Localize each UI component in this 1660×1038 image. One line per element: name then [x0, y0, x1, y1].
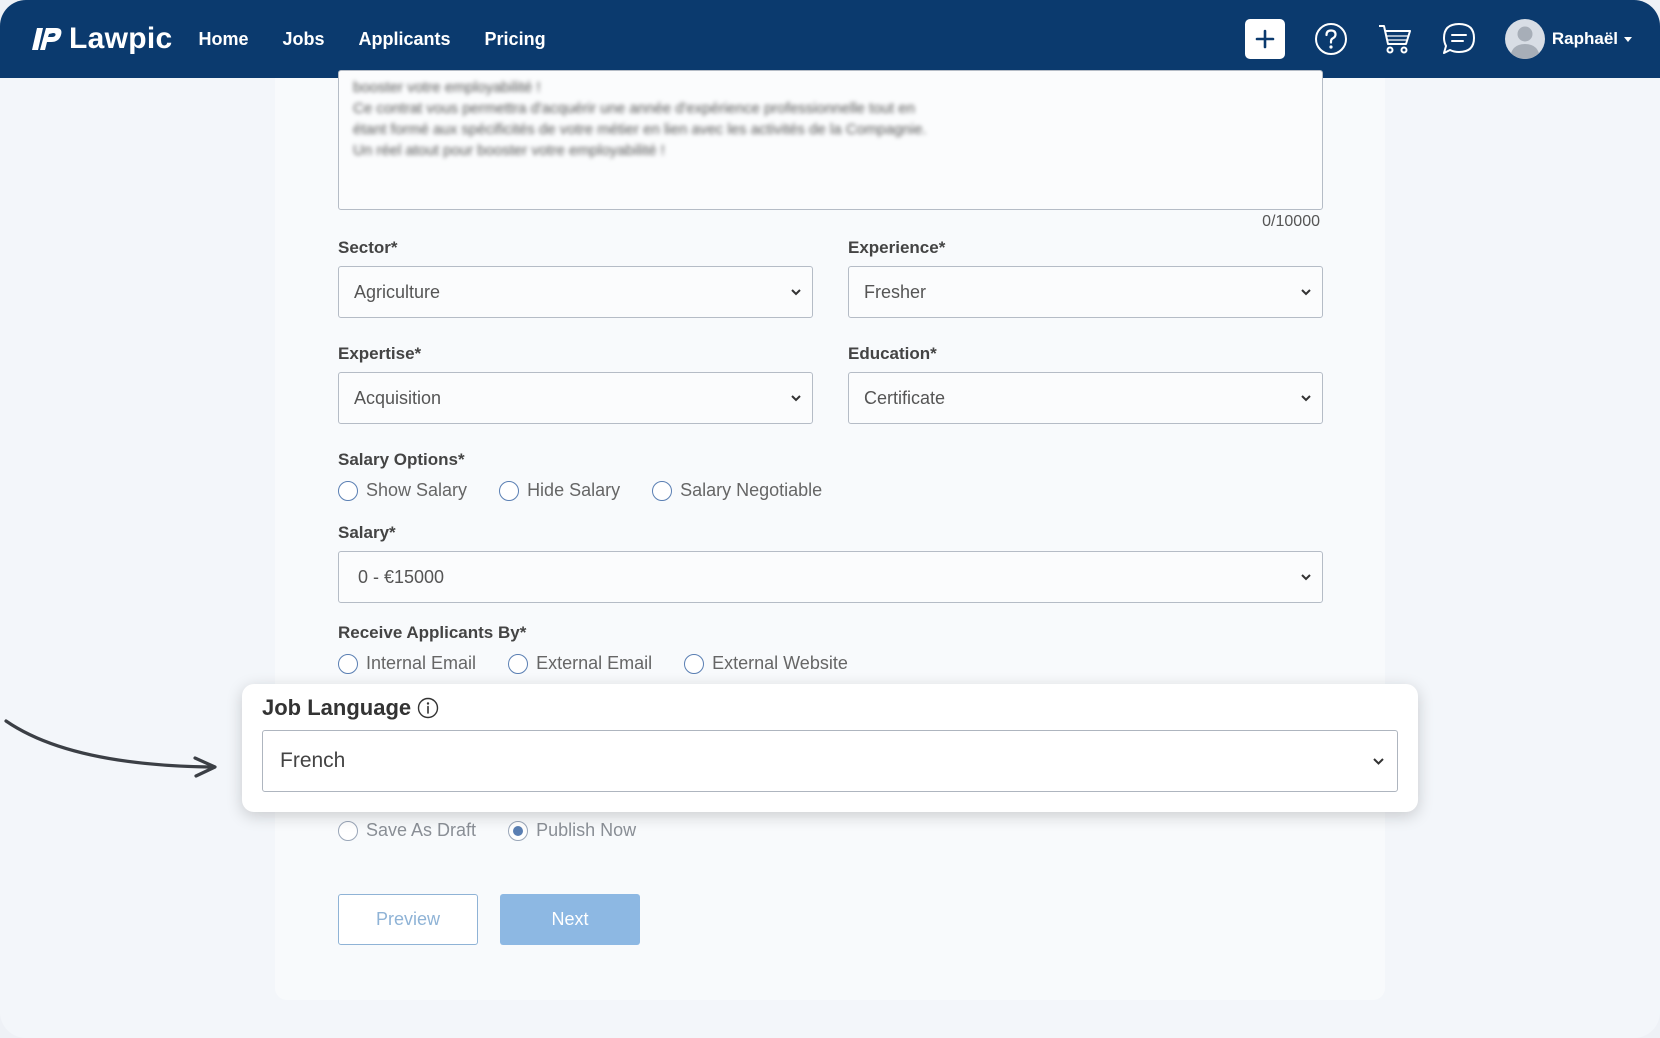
radio-circle-selected[interactable] [508, 820, 529, 841]
publish-options-group: Save As Draft Publish Now [338, 820, 668, 841]
radio-internal-email[interactable]: Internal Email [338, 653, 476, 674]
nav-actions: Raphaël [1244, 0, 1632, 78]
description-line: Un réel atout pour booster votre employa… [353, 142, 665, 159]
salary-options-label: Salary Options* [338, 450, 465, 469]
chevron-down-icon [791, 289, 801, 296]
radio-label: External Email [536, 653, 653, 673]
radio-show-salary[interactable]: Show Salary [338, 480, 467, 501]
cart-icon [1378, 25, 1411, 54]
job-language-select[interactable]: French [262, 730, 1398, 792]
radio-circle[interactable] [684, 653, 705, 674]
job-language-label-row: Job Language [262, 695, 439, 721]
radio-label: External Website [712, 653, 848, 673]
sector-select[interactable]: Agriculture [338, 266, 813, 318]
plus-icon [1255, 29, 1275, 49]
radio-circle[interactable] [338, 820, 358, 841]
chevron-down-icon[interactable] [1624, 36, 1632, 42]
next-button[interactable]: Next [500, 894, 640, 945]
chevron-down-icon [1301, 574, 1311, 581]
expertise-select[interactable]: Acquisition [338, 372, 813, 424]
education-value: Certificate [864, 387, 946, 408]
job-description-textarea[interactable]: booster votre employabilité ! Ce contrat… [338, 70, 1323, 210]
radio-external-email[interactable]: External Email [508, 653, 652, 674]
experience-select[interactable]: Fresher [848, 266, 1323, 318]
job-language-label: Job Language [262, 695, 412, 720]
radio-hide-salary[interactable]: Hide Salary [499, 480, 620, 501]
logo-mark-icon [32, 28, 62, 50]
chevron-down-icon [791, 395, 801, 402]
app-window: Lawpic Home Jobs Applicants Pricing Raph… [0, 0, 1660, 1038]
cart-button[interactable] [1377, 21, 1413, 57]
radio-circle[interactable] [338, 480, 358, 501]
salary-value: 0 - €15000 [358, 566, 445, 587]
character-counter: 0/10000 [1262, 213, 1320, 230]
radio-circle[interactable] [508, 653, 529, 674]
nav-home[interactable]: Home [199, 29, 249, 50]
chevron-down-icon [1373, 758, 1384, 765]
radio-label: Salary Negotiable [680, 480, 823, 500]
messages-button[interactable] [1441, 21, 1477, 57]
radio-label: Internal Email [366, 653, 477, 673]
top-navbar: Lawpic Home Jobs Applicants Pricing Raph… [0, 0, 1660, 78]
brand-name: Lawpic [69, 22, 173, 55]
radio-circle[interactable] [652, 480, 673, 501]
salary-label: Salary* [338, 523, 396, 542]
description-line: étant formé aux spécificités de votre mé… [353, 121, 927, 138]
avatar[interactable] [1504, 19, 1545, 59]
radio-salary-negotiable[interactable]: Salary Negotiable [652, 480, 822, 501]
description-line: Ce contrat vous permettra d'acquérir une… [353, 100, 915, 117]
radio-label: Publish Now [536, 820, 637, 840]
job-language-value: French [280, 749, 346, 772]
radio-circle[interactable] [499, 480, 520, 501]
info-icon[interactable] [417, 697, 439, 719]
salary-select[interactable]: 0 - €15000 [338, 551, 1323, 603]
nav-pricing[interactable]: Pricing [485, 29, 546, 50]
sector-label: Sector* [338, 238, 398, 257]
radio-label: Show Salary [366, 480, 468, 500]
radio-label: Save As Draft [366, 820, 477, 840]
nav-links: Home Jobs Applicants Pricing [199, 29, 580, 50]
education-select[interactable]: Certificate [848, 372, 1323, 424]
nav-applicants[interactable]: Applicants [359, 29, 451, 50]
help-button[interactable] [1313, 21, 1349, 57]
radio-publish-now[interactable]: Publish Now [508, 820, 636, 841]
receive-applicants-label: Receive Applicants By* [338, 623, 527, 642]
radio-save-as-draft[interactable]: Save As Draft [338, 820, 476, 841]
annotation-arrow-icon [4, 719, 217, 778]
education-label: Education* [848, 344, 937, 363]
radio-selected-dot [513, 825, 524, 836]
nav-jobs[interactable]: Jobs [283, 29, 325, 50]
user-avatar-icon [1509, 26, 1540, 59]
chevron-down-icon [1301, 395, 1311, 402]
preview-button[interactable]: Preview [338, 894, 478, 945]
add-job-button[interactable] [1244, 19, 1285, 59]
radio-label: Hide Salary [527, 480, 621, 500]
chat-icon [1442, 23, 1475, 54]
experience-value: Fresher [864, 281, 927, 302]
brand-logo[interactable]: Lawpic [31, 22, 173, 56]
radio-external-website[interactable]: External Website [684, 653, 848, 674]
job-language-highlight: Job Language French [242, 684, 1418, 812]
radio-circle[interactable] [338, 653, 358, 674]
user-name[interactable]: Raphaël [1552, 29, 1618, 49]
help-icon [1314, 23, 1347, 55]
salary-options-group: Show Salary Hide Salary Salary Negotiabl… [338, 480, 854, 501]
description-line: booster votre employabilité ! [353, 79, 541, 96]
experience-label: Experience* [848, 238, 946, 257]
expertise-label: Expertise* [338, 344, 422, 363]
sector-value: Agriculture [354, 281, 441, 302]
chevron-down-icon [1301, 289, 1311, 296]
expertise-value: Acquisition [354, 387, 442, 408]
receive-applicants-group: Internal Email External Email External W… [338, 653, 880, 674]
